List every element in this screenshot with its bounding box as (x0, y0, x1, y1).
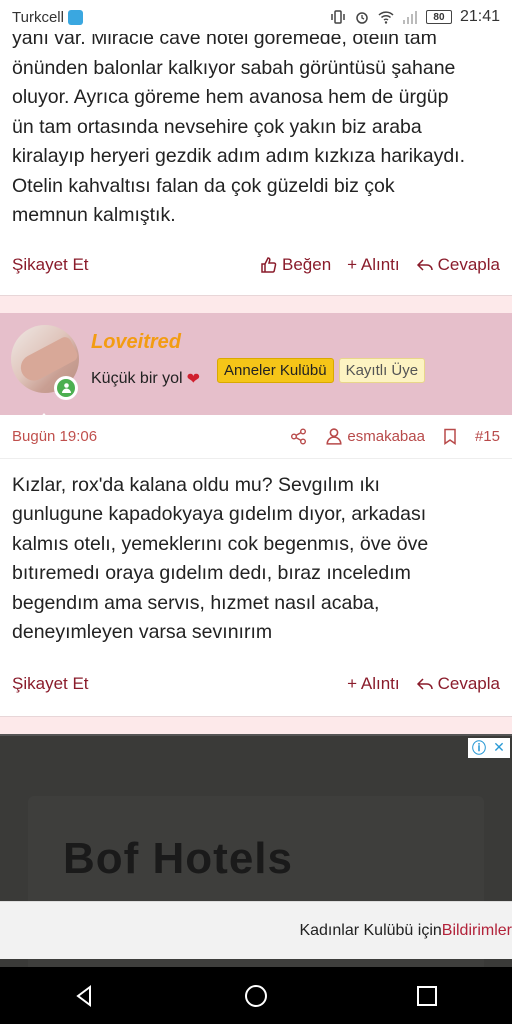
ad-close-icon[interactable]: ✕ (490, 739, 508, 757)
post-action-group: + Alıntı Cevapla (347, 674, 500, 694)
username-link[interactable]: Loveitred (91, 331, 181, 354)
carrier-name: Turkcell (12, 8, 64, 26)
reply-icon (416, 258, 433, 271)
reply-label: Cevapla (437, 673, 500, 693)
post-line: gunlugune kapadokyaya gıdelım dıyor, ark… (12, 503, 427, 525)
badge-club: Anneler Kulübü (217, 357, 334, 383)
reply-button[interactable]: Cevapla (416, 674, 500, 694)
post-line: memnun kalmıştık. (12, 204, 176, 226)
like-button[interactable]: Beğen (260, 255, 331, 275)
post-separator (0, 294, 512, 313)
post-body: yanı var. Miracle cave hotel göremede, o… (0, 34, 512, 231)
post-action-group: Beğen + Alıntı Cevapla (260, 255, 500, 275)
author-link[interactable]: esmakabaa (325, 427, 425, 445)
author-name: esmakabaa (347, 427, 425, 445)
alarm-icon (356, 12, 368, 24)
reply-label: Cevapla (437, 254, 500, 274)
post-line: kiralayıp heryeri gezdik adım adım kızkı… (12, 145, 466, 167)
post-actions: Şikayet Et + Alıntı Cevapla (0, 664, 512, 704)
reply-icon (416, 677, 433, 690)
badge-member: Kayıtlı Üye (338, 357, 426, 383)
bookmark-icon[interactable] (443, 428, 457, 445)
home-icon[interactable] (243, 983, 269, 1009)
clock: 21:41 (459, 8, 500, 25)
carrier-app-icon (67, 9, 83, 25)
quote-button[interactable]: + Alıntı (347, 674, 399, 694)
post-line: oluyor. Ayrıca göreme hem avanosa hem de… (12, 86, 449, 108)
thread-content[interactable]: yanı var. Miracle cave hotel göremede, o… (0, 34, 512, 967)
online-status-icon (54, 375, 78, 400)
notification-prompt[interactable]: Kadınlar Kulübü için Bildirimler (0, 901, 512, 959)
post-body: Kızlar, rox'da kalana oldu mu? Sevgılım … (0, 465, 512, 648)
post-meta-actions: esmakabaa #15 (290, 427, 500, 445)
battery-icon: 80 (425, 10, 452, 24)
post-separator (0, 715, 512, 734)
post-meta: Bugün 19:06 esmakabaa #15 (0, 415, 512, 459)
notification-link[interactable]: Bildirimler (442, 922, 512, 940)
post-line: yanı var. Miracle cave hotel göremede, o… (12, 34, 437, 49)
quote-button[interactable]: + Alıntı (347, 255, 399, 275)
ad-title: Bof Hotels (63, 833, 293, 883)
status-icons: 80 21:41 (330, 8, 500, 26)
post-line: deneyımleyen varsa sevınırım (12, 621, 273, 643)
post-line: ün tam ortasında nevsehire çok yakın biz… (12, 115, 422, 138)
reply-button[interactable]: Cevapla (416, 255, 500, 275)
share-icon[interactable] (290, 428, 307, 445)
recents-icon[interactable] (414, 983, 440, 1009)
post-line: bıtıremedı oraya gıdelım dedı, bıraz ınc… (12, 562, 411, 584)
post-line: begendım ama servıs, hızmet nasıl acaba, (12, 591, 380, 614)
notification-text: Kadınlar Kulübü için (299, 921, 442, 939)
user-title-text: Küçük bir yol (91, 369, 183, 387)
header-pointer (34, 412, 54, 425)
report-button[interactable]: Şikayet Et (12, 674, 89, 694)
ad-info-icon[interactable]: ⓘ (470, 739, 488, 757)
post-actions: Şikayet Et Beğen + Alıntı Cevapla (0, 245, 512, 285)
post-number[interactable]: #15 (475, 428, 500, 445)
carrier: Turkcell (12, 9, 83, 26)
user-title: Küçük bir yol ❤ (91, 369, 200, 389)
vibrate-icon (331, 10, 345, 24)
navigation-bar (0, 967, 512, 1024)
signal-icon (402, 11, 417, 24)
back-icon[interactable] (72, 983, 98, 1009)
post-line: kalmıs otelı, yemeklerını cok begenmıs, … (12, 532, 429, 555)
post-date[interactable]: Bugün 19:06 (12, 428, 97, 445)
status-bar: Turkcell 80 21:41 (0, 0, 512, 34)
like-label: Beğen (282, 254, 332, 274)
ad-controls: ⓘ ✕ (468, 737, 510, 758)
post-line: Otelin kahvaltısı falan da çok güzeldi b… (12, 174, 395, 197)
wifi-icon (378, 11, 394, 24)
user-header: Loveitred Küçük bir yol ❤ Anneler Kulübü… (0, 312, 512, 425)
post-line: Kızlar, rox'da kalana oldu mu? Sevgılım … (12, 473, 380, 496)
user-badges: Anneler Kulübü Kayıtlı Üye (217, 357, 426, 383)
heart-icon: ❤ (186, 370, 200, 388)
post-line: önünden balonlar kalkıyor sabah görüntüs… (12, 56, 456, 79)
report-button[interactable]: Şikayet Et (12, 255, 89, 275)
screen: Turkcell 80 21:41 yanı var. Miracle cave… (0, 0, 512, 1024)
user-icon (326, 428, 342, 445)
thumbs-up-icon (261, 256, 277, 273)
